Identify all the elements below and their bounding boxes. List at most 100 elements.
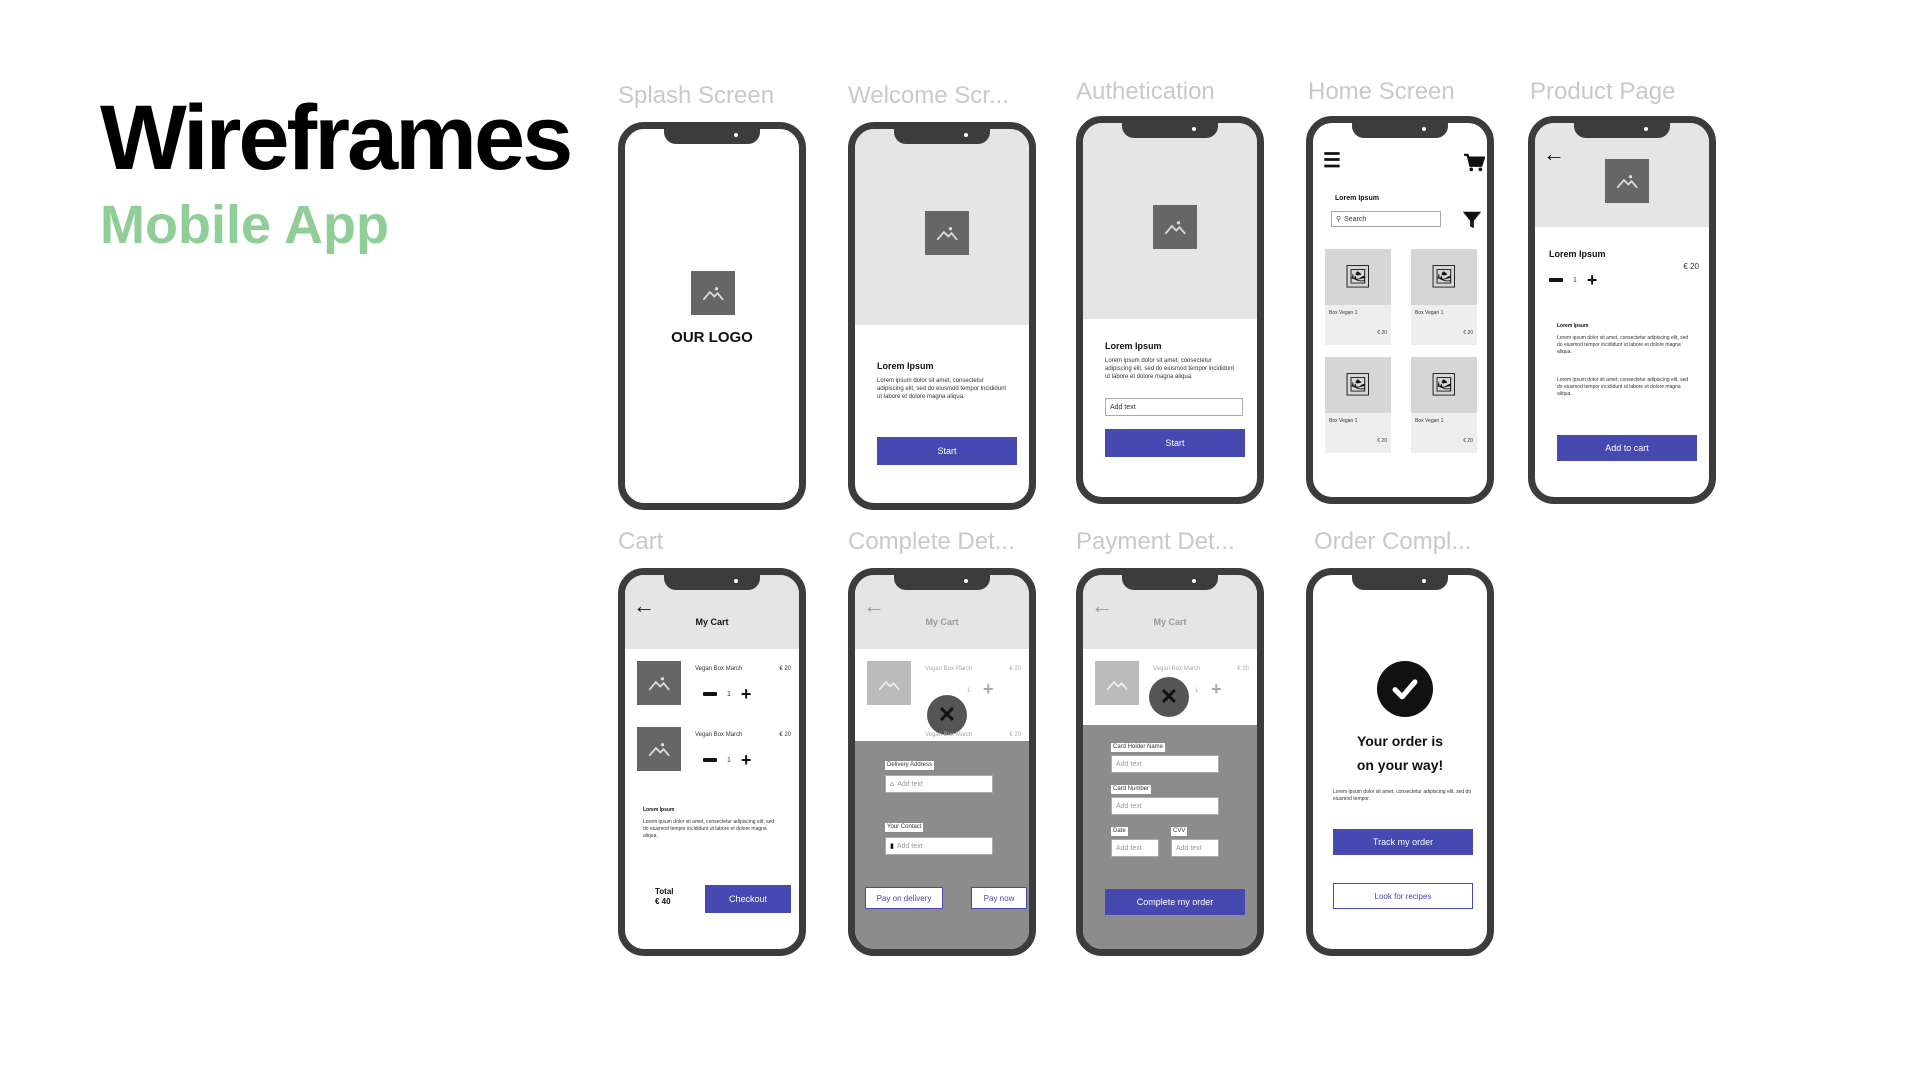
delivery-address-input[interactable]: ⌂ Add text [885,775,993,793]
auth-input[interactable]: Add text [1105,398,1243,416]
product-name: Box Vegan 1 [1415,418,1444,424]
product-card[interactable]: 🖼 Box Vegan 1 € 20 [1325,249,1391,345]
plus-icon: + [983,679,994,699]
phone-product: ← Lorem Ipsum € 20 1 + Lorem Ipsum Lorem… [1528,116,1716,504]
minus-icon[interactable] [703,758,717,762]
product-image: 🖼 [1325,357,1391,413]
label-welcome-screen: Welcome Scr... [848,82,1009,109]
look-for-recipes-button[interactable]: Look for recipes [1333,883,1473,909]
quantity-value: 1 [967,688,971,694]
image-icon [648,676,670,691]
track-order-button[interactable]: Track my order [1333,829,1473,855]
cart-icon[interactable] [1463,153,1485,173]
checkmark-icon [1377,661,1433,717]
hero-image-placeholder [1153,205,1197,249]
product-card[interactable]: 🖼 Box Vegan 1 € 20 [1411,357,1477,453]
pay-now-button[interactable]: Pay now [971,887,1027,909]
quantity-stepper[interactable]: 1 + [703,751,751,769]
contact-input[interactable]: ▮ Add text [885,837,993,855]
minus-icon[interactable] [1549,278,1563,282]
product-image-placeholder [1605,159,1649,203]
search-placeholder: Search [1344,215,1367,223]
image-icon [878,680,900,691]
back-arrow-icon[interactable]: ← [1091,595,1113,617]
start-button[interactable]: Start [877,437,1017,465]
plus-icon[interactable]: + [1587,271,1598,289]
phone-notch [664,575,760,590]
home-heading: Lorem Ipsum [1335,195,1379,202]
back-arrow-icon[interactable]: ← [863,595,885,617]
quantity-stepper[interactable]: 1 + [1549,271,1597,289]
cart-item-price: € 20 [1237,666,1249,672]
product-card[interactable]: 🖼 Box Vegan 1 € 20 [1411,249,1477,345]
product-price: € 20 [1463,438,1473,444]
order-message-line-1: Your order is [1356,733,1444,749]
cvv-input[interactable]: Add text [1171,839,1219,857]
label-authentication: Authetication [1076,78,1215,105]
add-to-cart-button[interactable]: Add to cart [1557,435,1697,461]
menu-icon[interactable]: ☰ [1323,151,1341,171]
search-icon: ⚲ [1336,216,1342,223]
label-cart: Cart [618,528,664,555]
cart-item-name: Vegan Box March [1153,666,1201,672]
date-input[interactable]: Add text [1111,839,1159,857]
phone-order-complete: Your order is on your way! Lorem ipsum d… [1306,568,1494,956]
product-image: 🖼 [1411,249,1477,305]
quantity-value: 1 [1573,276,1577,284]
minus-icon[interactable] [703,692,717,696]
product-image: 🖼 [1411,357,1477,413]
card-number-label: Card Number [1111,785,1152,794]
image-icon [1164,220,1186,235]
pay-on-delivery-button[interactable]: Pay on delivery [865,887,943,909]
complete-order-button[interactable]: Complete my order [1105,889,1245,915]
cart-item-name: Vegan Box March [925,666,973,672]
phone-notch [1352,123,1448,138]
phone-complete-details: ← My Cart Vegan Box March € 20 1 + ✕ Veg… [848,568,1036,956]
plus-icon[interactable]: + [741,751,752,769]
product-price: € 20 [1377,330,1387,336]
product-title: Lorem Ipsum [1549,249,1606,259]
cart-item-price: € 20 [1009,732,1021,738]
total-value: € 40 [655,897,671,906]
image-icon [648,742,670,757]
close-icon[interactable]: ✕ [1149,677,1189,717]
phone-payment-details: ← My Cart Vegan Box March € 20 1 + ✕ Car… [1076,568,1264,956]
phone-cart: ← My Cart Vegan Box March € 20 1 + Vegan… [618,568,806,956]
date-label: Date [1111,827,1128,836]
plus-icon: + [1211,679,1222,699]
phone-notch [1352,575,1448,590]
product-price: € 20 [1377,438,1387,444]
total-label: Total [655,887,674,896]
image-icon [702,286,724,301]
back-arrow-icon[interactable]: ← [633,595,655,617]
description-heading: Lorem Ipsum [1557,323,1589,329]
cart-title: My Cart [695,617,729,627]
plus-icon[interactable]: + [741,685,752,703]
card-holder-input[interactable]: Add text [1111,755,1219,773]
page-title: Wireframes [100,87,573,189]
close-icon[interactable]: ✕ [927,695,967,735]
product-price: € 20 [1683,262,1699,271]
cart-item-image [637,661,681,705]
phone-notch [1122,575,1218,590]
image-icon: 🖼 [1344,372,1372,397]
contact-placeholder: Add text [896,842,923,850]
checkout-button[interactable]: Checkout [705,885,791,913]
cart-title: My Cart [1153,617,1187,627]
quantity-value: 1 [1195,688,1199,694]
quantity-stepper[interactable]: 1 + [703,685,751,703]
page-subtitle: Mobile App [100,195,389,255]
product-card[interactable]: 🖼 Box Vegan 1 € 20 [1325,357,1391,453]
filter-icon[interactable] [1461,209,1483,231]
search-input[interactable]: ⚲ Search [1331,211,1441,227]
card-number-input[interactable]: Add text [1111,797,1219,815]
image-icon: 🖼 [1430,264,1458,289]
back-arrow-icon[interactable]: ← [1543,143,1565,165]
label-home-screen: Home Screen [1308,78,1455,105]
order-body: Lorem ipsum dolor sit amet, consectetur … [1333,789,1472,802]
start-button[interactable]: Start [1105,429,1245,457]
delivery-placeholder: Add text [897,780,923,788]
cart-item-name: Vegan Box March [925,732,973,738]
phone-authentication: Lorem Ipsum Lorem ipsum dolor sit amet, … [1076,116,1264,504]
cart-item-name: Vegan Box March [695,666,743,672]
